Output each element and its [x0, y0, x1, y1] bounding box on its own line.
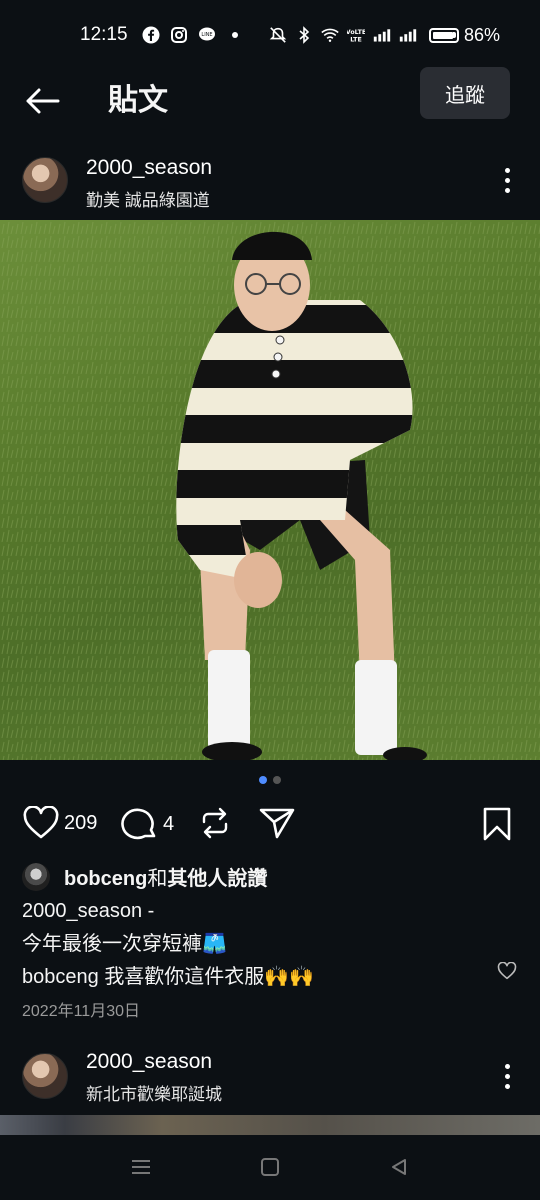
status-bar: 12:15 LINE VoLTELTE — [0, 0, 540, 70]
status-system-icons: VoLTELTE 86% — [269, 25, 500, 46]
like-button[interactable]: 209 — [22, 806, 97, 840]
back-nav-button[interactable] — [384, 1152, 414, 1182]
home-button[interactable] — [255, 1152, 285, 1182]
comment-username[interactable]: bobceng — [22, 966, 99, 988]
menu-icon — [132, 1160, 150, 1174]
app-header: 貼文 追蹤 — [0, 67, 540, 132]
next-post-location[interactable]: 新北市歡樂耶誕城 — [86, 1080, 222, 1105]
like-count[interactable]: 209 — [64, 812, 97, 835]
battery-icon — [428, 27, 459, 43]
svg-text:VoLTE: VoLTE — [347, 29, 365, 36]
svg-text:LTE: LTE — [350, 36, 362, 43]
send-icon — [259, 808, 295, 839]
carousel-dot — [273, 776, 281, 784]
avatar[interactable] — [22, 157, 68, 203]
liker-avatar — [22, 862, 50, 891]
more-options-button[interactable] — [494, 164, 520, 196]
post-username[interactable]: 2000_season — [86, 156, 212, 180]
signal-icon — [373, 26, 391, 44]
next-post-username[interactable]: 2000_season — [86, 1050, 212, 1074]
next-post-header: 2000_season 新北市歡樂耶誕城 — [0, 1044, 540, 1108]
triangle-back-icon — [392, 1159, 406, 1175]
post-date: 2022年11月30日 — [22, 1003, 141, 1020]
signal-icon — [399, 26, 417, 44]
arrow-left-icon — [26, 88, 60, 114]
comment-button[interactable]: 4 — [121, 806, 174, 842]
status-notification-icons: LINE — [142, 26, 244, 44]
person-photo-illustration — [0, 220, 540, 760]
bluetooth-icon — [295, 26, 313, 44]
system-nav-bar — [0, 1135, 540, 1200]
post-photo[interactable] — [0, 220, 540, 760]
post-location[interactable]: 勤美 誠品綠園道 — [86, 186, 210, 211]
heart-icon — [23, 806, 59, 839]
instagram-icon — [170, 26, 188, 44]
post-header: 2000_season 勤美 誠品綠園道 — [0, 150, 540, 214]
comment-icon — [121, 808, 156, 840]
facebook-icon — [142, 26, 160, 44]
repost-icon — [202, 807, 228, 839]
wifi-icon — [321, 26, 339, 44]
liked-by-text: bobceng和其他人說讚 — [64, 862, 267, 891]
status-time: 12:15 — [80, 24, 128, 45]
save-button[interactable] — [481, 806, 513, 842]
follow-button[interactable]: 追蹤 — [420, 67, 510, 119]
comment-count[interactable]: 4 — [163, 813, 174, 836]
comment-item: bobceng 我喜歡你這件衣服🙌🙌 — [22, 960, 492, 989]
liked-by-others[interactable]: 其他人說讚 — [167, 868, 267, 890]
liked-by-user[interactable]: bobceng — [64, 868, 147, 890]
comment-like-button[interactable] — [497, 961, 517, 985]
recents-button[interactable] — [126, 1152, 156, 1182]
heart-icon — [497, 961, 517, 980]
more-options-button[interactable] — [494, 1060, 520, 1092]
battery-percent: 86% — [463, 24, 500, 45]
liked-by-joiner: 和 — [147, 868, 168, 890]
liked-by-summary[interactable]: bobceng和其他人說讚 — [22, 862, 267, 891]
avatar[interactable] — [22, 1053, 68, 1099]
caption-text: 今年最後一次穿短褲🩳 — [22, 933, 227, 955]
line-icon: LINE — [198, 26, 216, 44]
repost-button[interactable] — [198, 806, 232, 840]
carousel-dot-active — [259, 776, 267, 784]
svg-text:LINE: LINE — [201, 32, 212, 38]
back-button[interactable] — [20, 82, 64, 120]
dot-icon — [226, 26, 244, 44]
carousel-indicator — [0, 776, 540, 784]
post-actions: 209 4 — [0, 800, 540, 850]
bookmark-icon — [483, 807, 511, 841]
comment-text: 我喜歡你這件衣服🙌🙌 — [104, 966, 315, 988]
mute-icon — [269, 26, 287, 44]
volte-icon: VoLTELTE — [347, 26, 365, 44]
share-button[interactable] — [259, 806, 295, 840]
next-post-photo[interactable] — [0, 1115, 540, 1135]
home-square-icon — [261, 1158, 279, 1176]
caption-username[interactable]: 2000_season - — [22, 900, 154, 923]
page-title: 貼文 — [108, 84, 168, 117]
